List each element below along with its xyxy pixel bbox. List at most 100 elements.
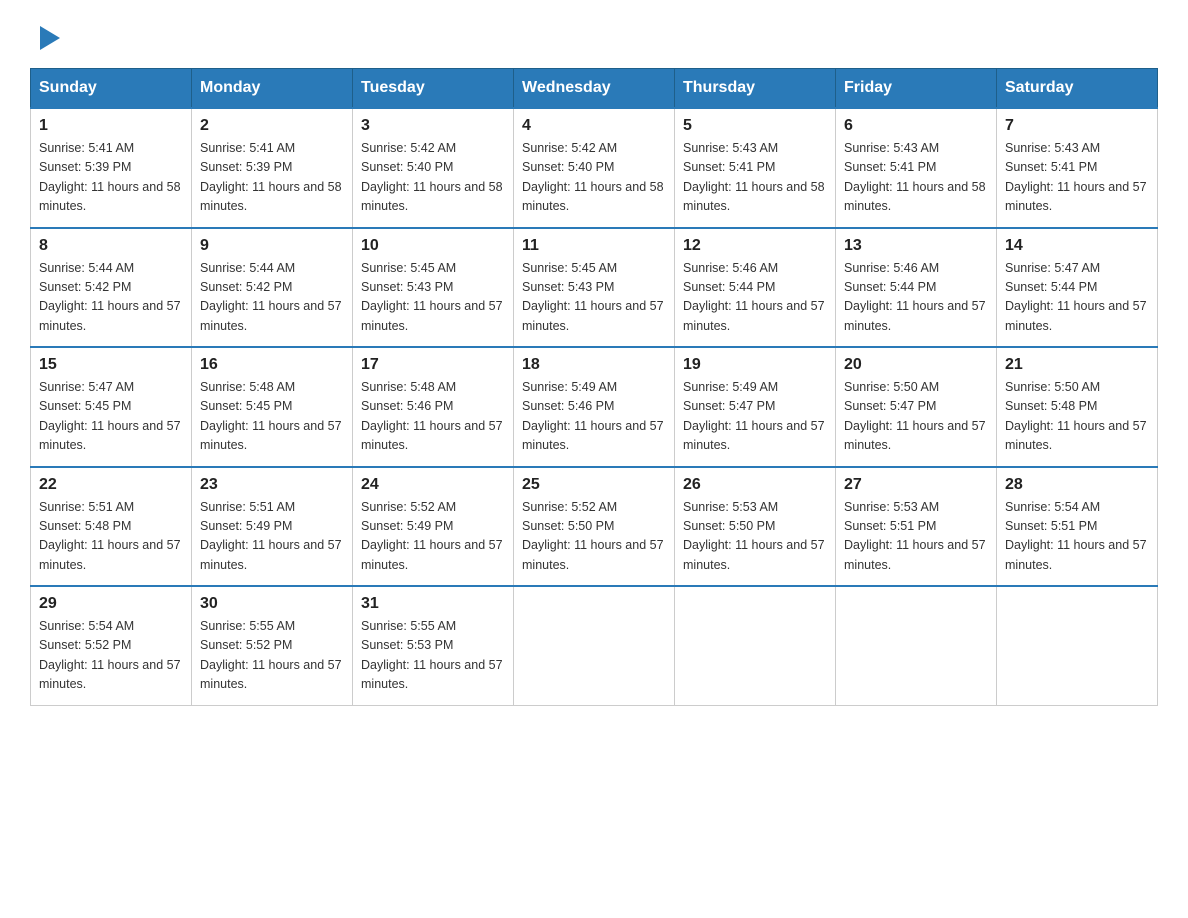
- calendar-cell: 21 Sunrise: 5:50 AMSunset: 5:48 PMDayligh…: [997, 347, 1158, 467]
- calendar-cell: 24 Sunrise: 5:52 AMSunset: 5:49 PMDayligh…: [353, 467, 514, 587]
- day-info: Sunrise: 5:48 AMSunset: 5:46 PMDaylight:…: [361, 378, 505, 456]
- day-number: 31: [361, 595, 505, 613]
- calendar-cell: 16 Sunrise: 5:48 AMSunset: 5:45 PMDayligh…: [192, 347, 353, 467]
- day-info: Sunrise: 5:55 AMSunset: 5:53 PMDaylight:…: [361, 617, 505, 695]
- calendar-cell: 6Sunrise: 5:43 AMSunset: 5:41 PMDaylight…: [836, 108, 997, 228]
- day-number: 16: [200, 356, 344, 374]
- day-info: Sunrise: 5:49 AMSunset: 5:47 PMDaylight:…: [683, 378, 827, 456]
- day-info: Sunrise: 5:54 AMSunset: 5:51 PMDaylight:…: [1005, 498, 1149, 576]
- day-number: 12: [683, 237, 827, 255]
- calendar-cell: 3Sunrise: 5:42 AMSunset: 5:40 PMDaylight…: [353, 108, 514, 228]
- day-number: 3: [361, 117, 505, 135]
- logo-arrow-icon: [32, 22, 64, 54]
- calendar-cell: [836, 586, 997, 705]
- day-number: 29: [39, 595, 183, 613]
- calendar-cell: 17 Sunrise: 5:48 AMSunset: 5:46 PMDayligh…: [353, 347, 514, 467]
- calendar-cell: 2Sunrise: 5:41 AMSunset: 5:39 PMDaylight…: [192, 108, 353, 228]
- calendar-cell: [675, 586, 836, 705]
- day-info: Sunrise: 5:54 AMSunset: 5:52 PMDaylight:…: [39, 617, 183, 695]
- week-row-5: 29 Sunrise: 5:54 AMSunset: 5:52 PMDayligh…: [31, 586, 1158, 705]
- day-number: 23: [200, 476, 344, 494]
- day-info: Sunrise: 5:42 AMSunset: 5:40 PMDaylight:…: [522, 139, 666, 217]
- calendar-cell: 28 Sunrise: 5:54 AMSunset: 5:51 PMDayligh…: [997, 467, 1158, 587]
- day-info: Sunrise: 5:50 AMSunset: 5:48 PMDaylight:…: [1005, 378, 1149, 456]
- calendar-cell: 13Sunrise: 5:46 AMSunset: 5:44 PMDayligh…: [836, 228, 997, 348]
- calendar-table: SundayMondayTuesdayWednesdayThursdayFrid…: [30, 68, 1158, 706]
- calendar-cell: 30 Sunrise: 5:55 AMSunset: 5:52 PMDayligh…: [192, 586, 353, 705]
- calendar-cell: 9Sunrise: 5:44 AMSunset: 5:42 PMDaylight…: [192, 228, 353, 348]
- calendar-cell: 25 Sunrise: 5:52 AMSunset: 5:50 PMDayligh…: [514, 467, 675, 587]
- calendar-cell: 19 Sunrise: 5:49 AMSunset: 5:47 PMDayligh…: [675, 347, 836, 467]
- day-info: Sunrise: 5:50 AMSunset: 5:47 PMDaylight:…: [844, 378, 988, 456]
- day-number: 11: [522, 237, 666, 255]
- day-info: Sunrise: 5:46 AMSunset: 5:44 PMDaylight:…: [683, 259, 827, 337]
- calendar-cell: 12 Sunrise: 5:46 AMSunset: 5:44 PMDayligh…: [675, 228, 836, 348]
- weekday-header-sunday: Sunday: [31, 69, 192, 109]
- weekday-header-thursday: Thursday: [675, 69, 836, 109]
- calendar-cell: 8 Sunrise: 5:44 AMSunset: 5:42 PMDaylight…: [31, 228, 192, 348]
- calendar-cell: 31 Sunrise: 5:55 AMSunset: 5:53 PMDayligh…: [353, 586, 514, 705]
- day-number: 13: [844, 237, 988, 255]
- calendar-cell: 26 Sunrise: 5:53 AMSunset: 5:50 PMDayligh…: [675, 467, 836, 587]
- day-number: 8: [39, 237, 183, 255]
- day-number: 17: [361, 356, 505, 374]
- week-row-4: 22 Sunrise: 5:51 AMSunset: 5:48 PMDayligh…: [31, 467, 1158, 587]
- day-info: Sunrise: 5:47 AMSunset: 5:44 PMDaylight:…: [1005, 259, 1149, 337]
- day-number: 24: [361, 476, 505, 494]
- calendar-cell: 1 Sunrise: 5:41 AMSunset: 5:39 PMDaylight…: [31, 108, 192, 228]
- calendar-cell: 20 Sunrise: 5:50 AMSunset: 5:47 PMDayligh…: [836, 347, 997, 467]
- day-number: 21: [1005, 356, 1149, 374]
- day-info: Sunrise: 5:44 AMSunset: 5:42 PMDaylight:…: [39, 259, 183, 337]
- day-number: 2: [200, 117, 344, 135]
- day-info: Sunrise: 5:48 AMSunset: 5:45 PMDaylight:…: [200, 378, 344, 456]
- day-info: Sunrise: 5:44 AMSunset: 5:42 PMDaylight:…: [200, 259, 344, 337]
- calendar-cell: 27Sunrise: 5:53 AMSunset: 5:51 PMDayligh…: [836, 467, 997, 587]
- day-info: Sunrise: 5:55 AMSunset: 5:52 PMDaylight:…: [200, 617, 344, 695]
- calendar-cell: 22 Sunrise: 5:51 AMSunset: 5:48 PMDayligh…: [31, 467, 192, 587]
- day-number: 20: [844, 356, 988, 374]
- calendar-cell: 4Sunrise: 5:42 AMSunset: 5:40 PMDaylight…: [514, 108, 675, 228]
- day-number: 14: [1005, 237, 1149, 255]
- weekday-header-saturday: Saturday: [997, 69, 1158, 109]
- day-info: Sunrise: 5:41 AMSunset: 5:39 PMDaylight:…: [39, 139, 183, 217]
- day-number: 22: [39, 476, 183, 494]
- calendar-cell: 14 Sunrise: 5:47 AMSunset: 5:44 PMDayligh…: [997, 228, 1158, 348]
- day-info: Sunrise: 5:43 AMSunset: 5:41 PMDaylight:…: [683, 139, 827, 217]
- calendar-cell: 5Sunrise: 5:43 AMSunset: 5:41 PMDaylight…: [675, 108, 836, 228]
- day-number: 19: [683, 356, 827, 374]
- calendar-cell: 11 Sunrise: 5:45 AMSunset: 5:43 PMDayligh…: [514, 228, 675, 348]
- day-number: 6: [844, 117, 988, 135]
- day-info: Sunrise: 5:51 AMSunset: 5:49 PMDaylight:…: [200, 498, 344, 576]
- day-info: Sunrise: 5:51 AMSunset: 5:48 PMDaylight:…: [39, 498, 183, 576]
- day-number: 30: [200, 595, 344, 613]
- day-info: Sunrise: 5:47 AMSunset: 5:45 PMDaylight:…: [39, 378, 183, 456]
- page-header: [30, 20, 1158, 48]
- day-number: 7: [1005, 117, 1149, 135]
- weekday-header-tuesday: Tuesday: [353, 69, 514, 109]
- calendar-cell: [997, 586, 1158, 705]
- logo: [30, 20, 64, 48]
- day-info: Sunrise: 5:53 AMSunset: 5:51 PMDaylight:…: [844, 498, 988, 576]
- day-info: Sunrise: 5:53 AMSunset: 5:50 PMDaylight:…: [683, 498, 827, 576]
- day-number: 25: [522, 476, 666, 494]
- day-number: 15: [39, 356, 183, 374]
- day-info: Sunrise: 5:49 AMSunset: 5:46 PMDaylight:…: [522, 378, 666, 456]
- weekday-header-wednesday: Wednesday: [514, 69, 675, 109]
- day-number: 26: [683, 476, 827, 494]
- day-info: Sunrise: 5:45 AMSunset: 5:43 PMDaylight:…: [361, 259, 505, 337]
- day-info: Sunrise: 5:43 AMSunset: 5:41 PMDaylight:…: [1005, 139, 1149, 217]
- weekday-header-friday: Friday: [836, 69, 997, 109]
- day-number: 18: [522, 356, 666, 374]
- calendar-cell: 23 Sunrise: 5:51 AMSunset: 5:49 PMDayligh…: [192, 467, 353, 587]
- day-number: 1: [39, 117, 183, 135]
- calendar-cell: 29 Sunrise: 5:54 AMSunset: 5:52 PMDayligh…: [31, 586, 192, 705]
- week-row-2: 8 Sunrise: 5:44 AMSunset: 5:42 PMDaylight…: [31, 228, 1158, 348]
- calendar-cell: [514, 586, 675, 705]
- weekday-header-monday: Monday: [192, 69, 353, 109]
- weekday-header-row: SundayMondayTuesdayWednesdayThursdayFrid…: [31, 69, 1158, 109]
- day-info: Sunrise: 5:52 AMSunset: 5:50 PMDaylight:…: [522, 498, 666, 576]
- day-number: 28: [1005, 476, 1149, 494]
- day-info: Sunrise: 5:52 AMSunset: 5:49 PMDaylight:…: [361, 498, 505, 576]
- week-row-1: 1 Sunrise: 5:41 AMSunset: 5:39 PMDaylight…: [31, 108, 1158, 228]
- day-info: Sunrise: 5:45 AMSunset: 5:43 PMDaylight:…: [522, 259, 666, 337]
